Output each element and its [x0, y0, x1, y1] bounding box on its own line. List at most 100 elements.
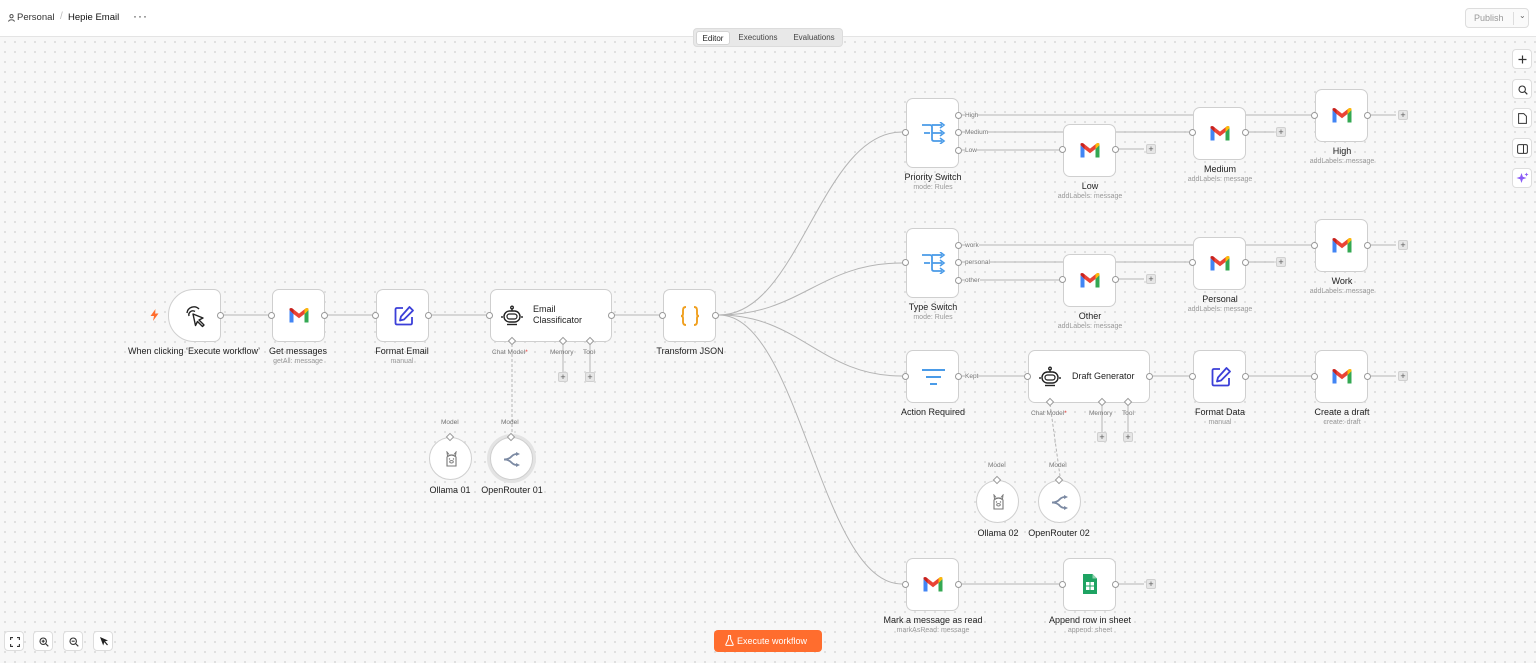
priority-switch-label: Priority Switch — [904, 172, 962, 182]
format-data-output-port[interactable] — [1242, 373, 1249, 380]
format-email-label: Format Email — [375, 346, 429, 356]
get-messages-output-port[interactable] — [321, 312, 328, 319]
type-switch-input-port[interactable] — [902, 259, 909, 266]
chat-model-text: Chat Model — [492, 349, 526, 356]
draft-add-memory-button[interactable]: + — [1097, 432, 1107, 442]
node-email-classificator[interactable]: Email Classificator — [490, 289, 612, 342]
fit-view-button[interactable] — [4, 631, 24, 651]
low-add-button[interactable]: + — [1146, 144, 1156, 154]
transform-input-port[interactable] — [659, 312, 666, 319]
node-format-email[interactable] — [376, 289, 429, 342]
append-row-input-port[interactable] — [1059, 581, 1066, 588]
node-transform-json[interactable] — [663, 289, 716, 342]
create-draft-input-port[interactable] — [1311, 373, 1318, 380]
other-add-button[interactable]: + — [1146, 274, 1156, 284]
toggle-panel-button[interactable] — [1512, 138, 1532, 158]
medium-add-button[interactable]: + — [1276, 127, 1286, 137]
node-action-required[interactable] — [906, 350, 959, 403]
classificator-output-port[interactable] — [608, 312, 615, 319]
node-type-switch[interactable] — [906, 228, 959, 298]
sticky-note-button[interactable] — [1512, 108, 1532, 128]
type-output-work[interactable] — [955, 242, 962, 249]
priority-output-low[interactable] — [955, 147, 962, 154]
zoom-in-button[interactable] — [33, 631, 53, 651]
get-messages-input-port[interactable] — [268, 312, 275, 319]
openrouter1-model-label: Model — [501, 419, 519, 426]
append-row-label: Append row in sheet — [1048, 615, 1132, 625]
node-other[interactable] — [1063, 254, 1116, 307]
trigger-output-port[interactable] — [217, 312, 224, 319]
work-add-button[interactable]: + — [1398, 240, 1408, 250]
lightning-icon — [150, 309, 159, 321]
format-data-input-port[interactable] — [1189, 373, 1196, 380]
draft-generator-input-port[interactable] — [1024, 373, 1031, 380]
node-trigger[interactable] — [168, 289, 221, 342]
personal-add-button[interactable]: + — [1276, 257, 1286, 267]
node-medium[interactable] — [1193, 107, 1246, 160]
format-email-output-port[interactable] — [425, 312, 432, 319]
node-ollama-01[interactable] — [429, 437, 472, 480]
zoom-out-icon — [69, 637, 79, 647]
mark-read-sub: markAsRead: message — [896, 627, 970, 634]
node-high[interactable] — [1315, 89, 1368, 142]
type-output-other[interactable] — [955, 277, 962, 284]
draft-generator-label: Draft Generator — [1072, 371, 1135, 381]
type-personal-label: personal — [965, 259, 990, 266]
node-priority-switch[interactable] — [906, 98, 959, 168]
node-format-data[interactable] — [1193, 350, 1246, 403]
medium-output-port[interactable] — [1242, 129, 1249, 136]
node-ollama-02[interactable] — [976, 480, 1019, 523]
node-get-messages[interactable] — [272, 289, 325, 342]
mark-read-input-port[interactable] — [902, 581, 909, 588]
work-input-port[interactable] — [1311, 242, 1318, 249]
zoom-out-button[interactable] — [63, 631, 83, 651]
high-add-button[interactable]: + — [1398, 110, 1408, 120]
action-required-input-port[interactable] — [902, 373, 909, 380]
low-input-port[interactable] — [1059, 146, 1066, 153]
execute-workflow-label: Execute workflow — [737, 636, 808, 646]
flask-icon — [725, 635, 734, 646]
other-input-port[interactable] — [1059, 276, 1066, 283]
add-tool-button[interactable]: + — [585, 372, 595, 382]
node-create-draft[interactable] — [1315, 350, 1368, 403]
type-output-personal[interactable] — [955, 259, 962, 266]
node-append-row[interactable] — [1063, 558, 1116, 611]
personal-input-port[interactable] — [1189, 259, 1196, 266]
node-openrouter-01[interactable] — [490, 437, 533, 480]
add-node-button[interactable] — [1512, 49, 1532, 69]
search-button[interactable] — [1512, 79, 1532, 99]
personal-output-port[interactable] — [1242, 259, 1249, 266]
ai-assistant-button[interactable] — [1512, 168, 1532, 188]
priority-output-medium[interactable] — [955, 129, 962, 136]
work-output-port[interactable] — [1364, 242, 1371, 249]
high-output-port[interactable] — [1364, 112, 1371, 119]
high-input-port[interactable] — [1311, 112, 1318, 119]
draft-add-tool-button[interactable]: + — [1123, 432, 1133, 442]
create-draft-output-port[interactable] — [1364, 373, 1371, 380]
priority-output-high[interactable] — [955, 112, 962, 119]
node-work[interactable] — [1315, 219, 1368, 272]
low-output-port[interactable] — [1112, 146, 1119, 153]
node-personal[interactable] — [1193, 237, 1246, 290]
format-email-input-port[interactable] — [372, 312, 379, 319]
email-classificator-label: Email Classificator — [533, 304, 583, 325]
node-low[interactable] — [1063, 124, 1116, 177]
node-draft-generator[interactable]: Draft Generator — [1028, 350, 1150, 403]
create-draft-add-button[interactable]: + — [1398, 371, 1408, 381]
selection-mode-button[interactable] — [93, 631, 113, 651]
transform-output-port[interactable] — [712, 312, 719, 319]
mark-read-output-port[interactable] — [955, 581, 962, 588]
medium-input-port[interactable] — [1189, 129, 1196, 136]
execute-workflow-button[interactable]: Execute workflow — [714, 630, 822, 652]
other-output-port[interactable] — [1112, 276, 1119, 283]
add-memory-button[interactable]: + — [558, 372, 568, 382]
draft-generator-output-port[interactable] — [1146, 373, 1153, 380]
node-mark-as-read[interactable] — [906, 558, 959, 611]
append-row-add-button[interactable]: + — [1146, 579, 1156, 589]
append-row-output-port[interactable] — [1112, 581, 1119, 588]
classificator-input-port[interactable] — [486, 312, 493, 319]
action-required-output-kept[interactable] — [955, 373, 962, 380]
priority-switch-input-port[interactable] — [902, 129, 909, 136]
medium-label: Medium — [1203, 164, 1236, 174]
node-openrouter-02[interactable] — [1038, 480, 1081, 523]
